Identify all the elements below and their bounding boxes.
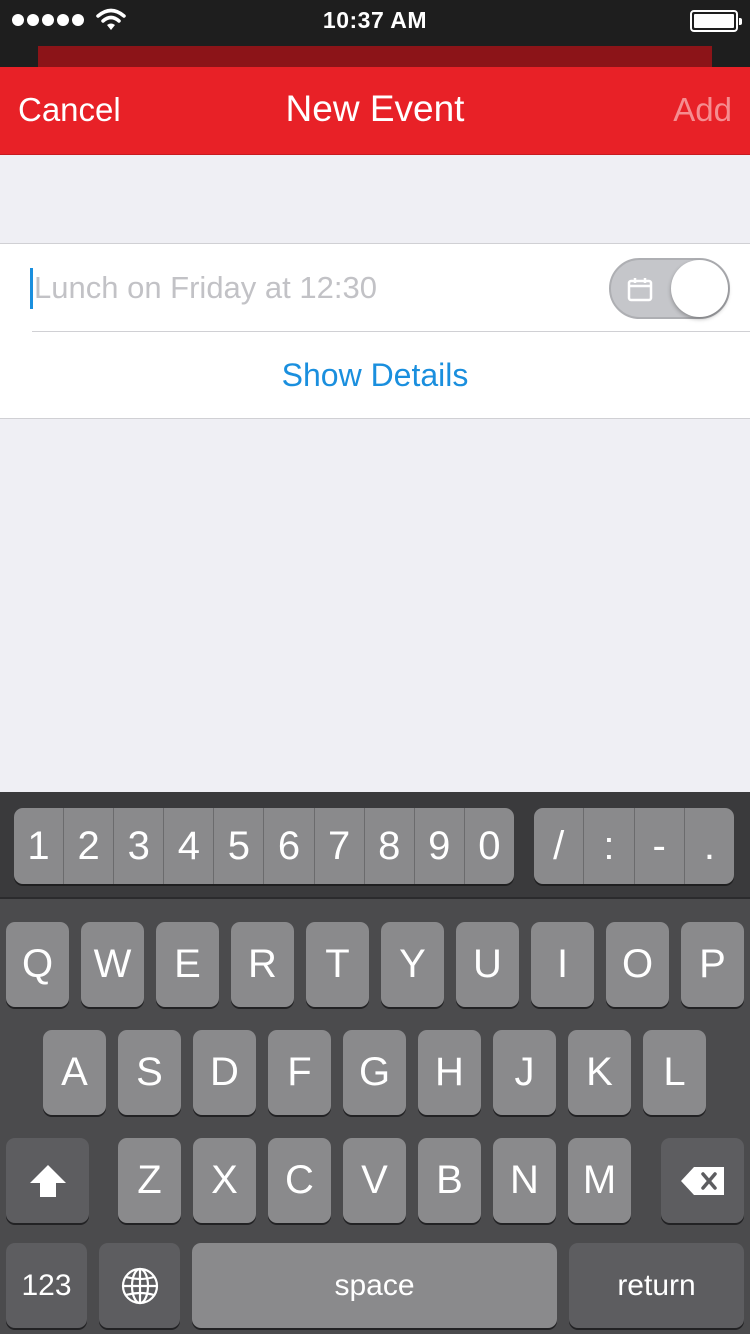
key-8[interactable]: 8	[365, 808, 415, 884]
key-b[interactable]: B	[418, 1138, 481, 1223]
key-v[interactable]: V	[343, 1138, 406, 1223]
key-t[interactable]: T	[306, 922, 369, 1007]
key-0[interactable]: 0	[465, 808, 514, 884]
number-row: 1 2 3 4 5 6 7 8 9 0 / : - .	[0, 792, 750, 899]
delete-key[interactable]	[661, 1138, 744, 1223]
backspace-icon	[680, 1166, 724, 1195]
key-6[interactable]: 6	[264, 808, 315, 884]
key-3[interactable]: 3	[114, 808, 165, 884]
space-key[interactable]: space	[192, 1243, 557, 1328]
key-4[interactable]: 4	[164, 808, 215, 884]
event-title-input[interactable]	[34, 260, 594, 316]
key-k[interactable]: K	[568, 1030, 631, 1115]
key-a[interactable]: A	[43, 1030, 106, 1115]
symbol-key-group: / : - .	[534, 808, 734, 884]
text-cursor	[30, 268, 33, 309]
status-strip	[38, 46, 712, 67]
status-time: 10:37 AM	[322, 7, 428, 33]
key-z[interactable]: Z	[118, 1138, 181, 1223]
key-m[interactable]: M	[568, 1138, 631, 1223]
globe-icon	[121, 1267, 158, 1304]
number-key-group: 1 2 3 4 5 6 7 8 9 0	[14, 808, 514, 884]
key-q[interactable]: Q	[6, 922, 69, 1007]
key-c[interactable]: C	[268, 1138, 331, 1223]
show-details-button[interactable]: Show Details	[0, 332, 750, 419]
key-period[interactable]: .	[685, 808, 734, 884]
key-i[interactable]: I	[531, 922, 594, 1007]
key-7[interactable]: 7	[315, 808, 365, 884]
key-y[interactable]: Y	[381, 922, 444, 1007]
key-slash[interactable]: /	[534, 808, 585, 884]
key-n[interactable]: N	[493, 1138, 556, 1223]
cancel-button[interactable]: Cancel	[18, 91, 121, 129]
status-bar: 10:37 AM	[0, 0, 750, 46]
toggle-knob	[671, 260, 728, 317]
event-input-row	[0, 244, 750, 331]
battery-icon	[690, 10, 742, 32]
nav-bar: Cancel New Event Add	[0, 67, 750, 155]
key-h[interactable]: H	[418, 1030, 481, 1115]
key-p[interactable]: P	[681, 922, 744, 1007]
return-key[interactable]: return	[569, 1243, 744, 1328]
numbers-mode-key[interactable]: 123	[6, 1243, 87, 1328]
key-2[interactable]: 2	[64, 808, 115, 884]
key-f[interactable]: F	[268, 1030, 331, 1115]
key-o[interactable]: O	[606, 922, 669, 1007]
key-x[interactable]: X	[193, 1138, 256, 1223]
key-w[interactable]: W	[81, 922, 144, 1007]
key-s[interactable]: S	[118, 1030, 181, 1115]
globe-key[interactable]	[99, 1243, 180, 1328]
key-d[interactable]: D	[193, 1030, 256, 1115]
shift-icon	[29, 1164, 66, 1197]
key-colon[interactable]: :	[584, 808, 635, 884]
calendar-toggle[interactable]	[609, 258, 730, 319]
key-e[interactable]: E	[156, 922, 219, 1007]
add-button[interactable]: Add	[673, 91, 732, 129]
key-1[interactable]: 1	[14, 808, 65, 884]
key-l[interactable]: L	[643, 1030, 706, 1115]
keyboard: 1 2 3 4 5 6 7 8 9 0 / : - . Q W E R T Y …	[0, 792, 750, 1334]
key-g[interactable]: G	[343, 1030, 406, 1115]
calendar-icon	[627, 278, 653, 302]
key-u[interactable]: U	[456, 922, 519, 1007]
key-j[interactable]: J	[493, 1030, 556, 1115]
event-form: Show Details	[0, 243, 750, 419]
key-5[interactable]: 5	[214, 808, 265, 884]
shift-key[interactable]	[6, 1138, 89, 1223]
key-dash[interactable]: -	[635, 808, 685, 884]
key-r[interactable]: R	[231, 922, 294, 1007]
key-9[interactable]: 9	[415, 808, 465, 884]
